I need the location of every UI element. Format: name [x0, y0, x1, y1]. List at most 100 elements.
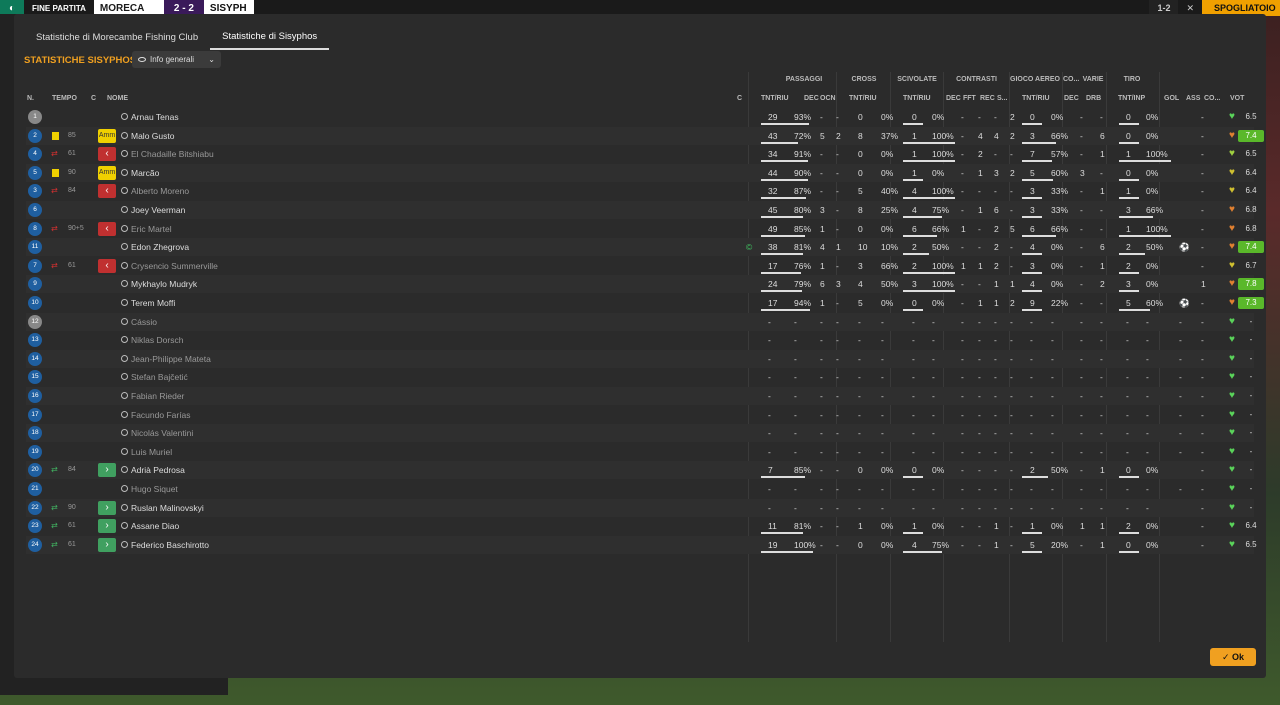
header-co[interactable]: CO...	[1204, 95, 1220, 102]
close-icon[interactable]: ✕	[1178, 3, 1202, 14]
table-row[interactable]: 23 ⇄ 61 › Assane Diao 11 81% - -1 0% 1 0% - -1-1 0% 1 1 2…	[26, 517, 1257, 535]
aereo-bar	[1022, 197, 1042, 200]
header-ocn[interactable]: OCN	[820, 95, 836, 102]
stat-t2: -	[1146, 484, 1149, 494]
player-name[interactable]: Marcão	[131, 164, 159, 182]
player-name[interactable]: Cássio	[131, 313, 157, 331]
header-vot[interactable]: VOT	[1230, 95, 1244, 102]
tiro-bar	[1119, 271, 1139, 274]
table-row[interactable]: 1 Arnau Tenas 29 93% - -0 0% 0 0% - - -2 0 0% - -0 0% - ♥ 6…	[26, 108, 1257, 126]
minutes-played: 61	[68, 150, 76, 158]
tab-home-stats[interactable]: Statistiche di Morecambe Fishing Club	[24, 24, 210, 50]
header-codec[interactable]: DEC	[1064, 95, 1079, 102]
table-row[interactable]: 12 Cássio - - - - - - - - - - - - - - - - - - - - ♥ -	[26, 312, 1254, 331]
table-row[interactable]: 6 Joey Veerman 45 80% 3-8 25% 4 75% -1 6-3 33% - -3 6…	[26, 201, 1257, 219]
header-n[interactable]: N.	[27, 95, 34, 102]
player-name[interactable]: Joey Veerman	[131, 201, 185, 219]
stat-t2: 0%	[1146, 130, 1159, 141]
player-name[interactable]: Ruslan Malinovskyi	[131, 499, 204, 517]
player-name[interactable]: Jean-Philippe Mateta	[131, 350, 211, 368]
player-name[interactable]: Fabian Rieder	[131, 387, 184, 405]
header-c2[interactable]: C	[737, 95, 742, 102]
player-name[interactable]: Malo Gusto	[131, 127, 174, 145]
player-name[interactable]: Stefan Bajčetić	[131, 368, 188, 386]
table-row[interactable]: 22 ⇄ 90 › Ruslan Malinovskyi - - - - - - - - - - - - - - - -…	[26, 498, 1254, 517]
stat-ocn: -	[836, 316, 839, 327]
player-name[interactable]: Federico Baschirotto	[131, 536, 209, 554]
table-row[interactable]: 10 Terem Moffi 17 94% 1-5 0% 0 0% -1 1 2 9 22% - -5 60%…	[26, 294, 1264, 312]
header-nome[interactable]: NOME	[107, 95, 128, 102]
stat-ss: -	[1010, 484, 1013, 494]
stat-s1: -	[912, 335, 915, 346]
player-name[interactable]: Edon Zhegrova	[131, 238, 189, 256]
table-row[interactable]: 17 Facundo Farías - - - - - - - - - - - - - - - - - - - - ♥ -	[26, 406, 1254, 424]
header-tiro[interactable]: TNT/INP	[1118, 95, 1145, 102]
table-row[interactable]: 11 Edon Zhegrova © 38 81% 4 1 10 10% 2 50% - -2-4 0% -…	[26, 238, 1264, 257]
table-row[interactable]: 15 Stefan Bajčetić - - - - - - - - - - - - - - - - - - - - ♥ -	[26, 368, 1254, 386]
player-name[interactable]: El Chadaille Bitshiabu	[131, 145, 214, 163]
header-c[interactable]: C	[91, 95, 96, 102]
player-name[interactable]: Luis Muriel	[131, 443, 172, 461]
table-row[interactable]: 24 ⇄ 61 › Federico Baschirotto 19 100% - -0 0% 4 75…	[26, 535, 1257, 554]
header-gol[interactable]: GOL	[1164, 95, 1179, 102]
player-name[interactable]: Mykhaylo Mudryk	[131, 275, 197, 293]
stat-co: -	[1080, 465, 1083, 476]
player-name[interactable]: Hugo Siquet	[131, 480, 178, 498]
stat-g2: -	[1051, 502, 1054, 513]
stat-co: -	[1080, 112, 1083, 122]
stat-t2: 0%	[1146, 186, 1159, 197]
table-row[interactable]: 7 ⇄ 61 ‹ Crysencio Summerville 17 76% 1-3 66% 2 10…	[26, 257, 1257, 275]
player-rating: -	[1249, 335, 1253, 345]
table-row[interactable]: 16 Fabian Rieder - - - - - - - - - - - - - - - - - - - - ♥ -	[26, 387, 1254, 405]
player-name[interactable]: Assane Diao	[131, 517, 179, 535]
table-row[interactable]: 4 ⇄ 61 ‹ El Chadaille Bitshiabu 34 91% - -0 0% 1 10…	[26, 145, 1257, 163]
stat-gol: -	[1179, 335, 1182, 346]
stat-t2: 0%	[1146, 521, 1159, 532]
player-name[interactable]: Niklas Dorsch	[131, 331, 183, 349]
player-name[interactable]: Crysencio Summerville	[131, 257, 218, 275]
tab-away-stats[interactable]: Statistiche di Sisyphos	[210, 24, 330, 50]
header-dec[interactable]: DEC	[804, 95, 819, 102]
header-ass[interactable]: ASS	[1186, 95, 1200, 102]
stat-dec: -	[820, 465, 823, 476]
stat-p1: -	[768, 391, 771, 401]
player-rating: -	[1249, 353, 1253, 363]
aereo-bar	[1022, 253, 1042, 256]
header-drb[interactable]: DRB	[1086, 95, 1101, 102]
header-fft[interactable]: FFT	[963, 95, 976, 102]
table-row[interactable]: 2 85 Amm Malo Gusto 43 72% 5 2 8 37% 1 100% -4 4 2 3 66%…	[26, 126, 1264, 145]
player-name[interactable]: Alberto Moreno	[131, 182, 189, 200]
header-scivolate[interactable]: TNT/RIU	[903, 95, 931, 102]
player-name[interactable]: Eric Martel	[131, 220, 172, 238]
header-pass[interactable]: TNT/RIU	[761, 95, 789, 102]
player-name[interactable]: Facundo Farías	[131, 406, 191, 424]
table-row[interactable]: 3 ⇄ 84 ‹ Alberto Moreno 32 87% - -5 40% 4 100% - - - -3…	[26, 182, 1257, 200]
table-row[interactable]: 9 Mykhaylo Mudryk 24 79% 6 3 4 50% 3 100% - -1 1 4 0% -…	[26, 275, 1264, 294]
ok-button[interactable]: ✓ Ok	[1210, 648, 1256, 666]
stat-t1: -	[1126, 502, 1129, 513]
person-icon	[121, 392, 128, 399]
page-title: STATISTICHE SISYPHOS	[24, 55, 137, 66]
view-dropdown[interactable]: Info generali ⌄	[132, 51, 221, 68]
player-name[interactable]: Nicolás Valentini	[131, 424, 193, 442]
header-rec[interactable]: REC	[980, 95, 995, 102]
header-ga[interactable]: TNT/RIU	[1022, 95, 1050, 102]
header-cdec[interactable]: DEC	[946, 95, 961, 102]
header-tempo[interactable]: TEMPO	[52, 95, 77, 102]
table-row[interactable]: 8 ⇄ 90+5 ‹ Eric Martel 49 85% 1-0 0% 6 66% 1-2 5 6 66%…	[26, 220, 1257, 238]
stat-c1: -	[858, 316, 861, 327]
table-row[interactable]: 18 Nicolás Valentini - - - - - - - - - - - - - - - - - - - - ♥…	[26, 424, 1254, 443]
stat-p2: -	[794, 335, 797, 346]
player-name[interactable]: Terem Moffi	[131, 294, 175, 312]
stat-s1: -	[912, 372, 915, 383]
table-row[interactable]: 13 Niklas Dorsch - - - - - - - - - - - - - - - - - - - - ♥ -	[26, 331, 1254, 349]
table-row[interactable]: 19 Luis Muriel - - - - - - - - - - - - - - - - - - - - ♥ -	[26, 443, 1254, 461]
player-name[interactable]: Adrià Pedrosa	[131, 461, 185, 479]
table-row[interactable]: 21 Hugo Siquet - - - - - - - - - - - - - - - - - - - - ♥ -	[26, 480, 1254, 498]
player-name[interactable]: Arnau Tenas	[131, 108, 179, 126]
table-row[interactable]: 5 90 Amm Marcão 44 90% - -0 0% 1 0% -1 3 2 5 60% 3-0 0% - ♥…	[26, 163, 1257, 182]
table-row[interactable]: 20 ⇄ 84 › Adrià Pedrosa 7 85% - -0 0% 0 0% - - - -2 50% -…	[26, 461, 1254, 480]
header-cross[interactable]: TNT/RIU	[849, 95, 877, 102]
header-s[interactable]: S...	[997, 95, 1008, 102]
table-row[interactable]: 14 Jean-Philippe Mateta - - - - - - - - - - - - - - - - - -…	[26, 349, 1254, 368]
